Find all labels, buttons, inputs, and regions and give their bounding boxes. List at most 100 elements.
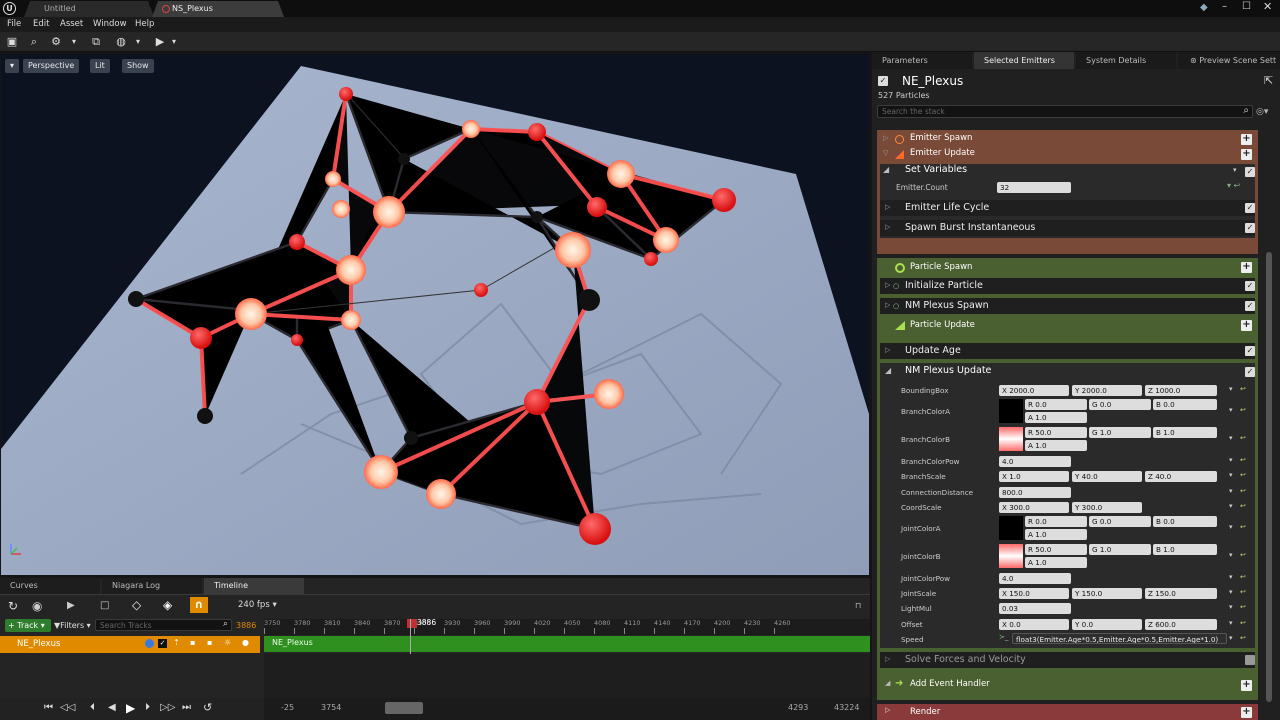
thumbnail-icon[interactable]: ⧉ — [88, 34, 104, 50]
loop-icon[interactable]: ↺ — [203, 701, 212, 714]
param-options-icon[interactable]: ▾ — [1229, 619, 1233, 627]
param-options-icon[interactable]: ▾ — [1229, 471, 1233, 479]
coord-scale-x[interactable]: X 300.0 — [999, 502, 1069, 513]
set-variables-checkbox[interactable]: ✓ — [1245, 167, 1255, 177]
light-mul-field[interactable]: 0.03 — [999, 603, 1071, 614]
viewport-options-button[interactable]: ▾ — [5, 59, 19, 73]
isolate-icon[interactable]: ⇡ — [173, 638, 180, 647]
prev-key-icon[interactable]: ◁◁ — [60, 702, 75, 713]
current-frame-field[interactable]: 3886 — [236, 621, 256, 630]
search-tracks-input[interactable]: Search Tracks ⌕ — [95, 619, 232, 631]
tab-untitled[interactable]: Untitled — [24, 1, 154, 17]
sun-icon[interactable]: ☼ — [224, 638, 231, 647]
playback-icon[interactable]: ▶ — [67, 600, 75, 611]
branch-scale-y[interactable]: Y 40.0 — [1072, 471, 1142, 482]
offset-y[interactable]: Y 0.0 — [1072, 619, 1142, 630]
selection-icon[interactable]: □ — [100, 600, 109, 611]
speed-expression-field[interactable]: float3(Emitter.Age*0.5,Emitter.Age*0.5,E… — [1012, 633, 1227, 644]
param-options-icon[interactable]: ▾ — [1229, 573, 1233, 581]
range-start[interactable]: -25 — [281, 703, 294, 712]
param-reset-icon[interactable]: ↩ — [1240, 619, 1246, 627]
panel-scrollbar[interactable] — [1266, 252, 1272, 702]
joint-color-pow-field[interactable]: 4.0 — [999, 573, 1071, 584]
bounding-box-z[interactable]: Z 1000.0 — [1145, 385, 1217, 396]
param-options-icon[interactable]: ▾ — [1229, 551, 1233, 559]
plexus-spawn-checkbox[interactable]: ✓ — [1245, 301, 1255, 311]
next-key-icon[interactable]: ▷▷ — [160, 702, 175, 713]
bounding-box-x[interactable]: X 2000.0 — [999, 385, 1069, 396]
param-options-icon[interactable]: ▾ — [1229, 406, 1233, 414]
mute-icon[interactable]: ▪ — [207, 638, 212, 647]
param-reset-icon[interactable]: ↩ — [1240, 502, 1246, 510]
view-start[interactable]: 3754 — [321, 703, 341, 712]
emitter-update-header[interactable]: Emitter Update — [910, 148, 975, 158]
range-scrollbar[interactable] — [385, 702, 423, 714]
maximize-button[interactable]: ☐ — [1242, 1, 1251, 12]
reverse-icon[interactable]: ◀ — [108, 702, 116, 713]
tab-curves[interactable]: Curves — [0, 578, 100, 594]
emitter-enable-checkbox[interactable]: ✓ — [878, 76, 888, 86]
tab-ns-plexus[interactable]: NS_Plexus — [152, 1, 284, 17]
joint-color-a-g[interactable]: G 0.0 — [1089, 516, 1151, 527]
plexus-update-checkbox[interactable]: ✓ — [1245, 367, 1255, 377]
param-reset-icon[interactable]: ↩ — [1240, 406, 1246, 414]
playhead-marker[interactable] — [407, 619, 417, 628]
branch-color-a-r[interactable]: R 0.0 — [1025, 399, 1087, 410]
joint-scale-x[interactable]: X 150.0 — [999, 588, 1069, 599]
tab-parameters[interactable]: Parameters — [872, 52, 972, 69]
add-event-handler-button[interactable]: + — [1241, 680, 1252, 691]
joint-color-b-r[interactable]: R 50.0 — [1025, 544, 1087, 555]
add-render-button[interactable]: + — [1241, 707, 1252, 718]
joint-scale-y[interactable]: Y 150.0 — [1072, 588, 1142, 599]
param-reset-icon[interactable]: ↩ — [1240, 634, 1246, 642]
param-options-icon[interactable]: ▾ — [1229, 456, 1233, 464]
branch-scale-z[interactable]: Z 40.0 — [1145, 471, 1217, 482]
close-button[interactable]: ✕ — [1263, 0, 1272, 13]
branch-color-a-swatch[interactable] — [999, 399, 1023, 423]
solve-forces-checkbox[interactable] — [1245, 655, 1255, 665]
stack-search-input[interactable]: Search the stack ⌕ — [877, 105, 1253, 118]
play-button-icon[interactable]: ▶ — [126, 701, 135, 715]
menu-asset[interactable]: Asset — [60, 19, 83, 29]
branch-color-b-a[interactable]: A 1.0 — [1025, 440, 1087, 451]
tab-timeline[interactable]: Timeline — [204, 578, 304, 594]
settings-icon[interactable]: ⚙ — [48, 34, 64, 50]
menu-help[interactable]: Help — [135, 19, 154, 29]
particle-spawn-header[interactable]: Particle Spawn — [910, 262, 972, 272]
browse-icon[interactable]: ⌕ — [26, 34, 42, 50]
param-options-icon[interactable]: ▾ — [1229, 588, 1233, 596]
joint-color-b-a[interactable]: A 1.0 — [1025, 557, 1087, 568]
view-end[interactable]: 4293 — [788, 703, 808, 712]
branch-color-b-r[interactable]: R 50.0 — [1025, 427, 1087, 438]
to-start-icon[interactable]: ⏮ — [44, 702, 53, 713]
param-reset-icon[interactable]: ↩ — [1240, 385, 1246, 393]
filters-button[interactable]: ▼Filters ▾ — [54, 619, 92, 632]
tab-system-details[interactable]: System Details — [1076, 52, 1176, 69]
add-particle-spawn-button[interactable]: + — [1241, 262, 1252, 273]
add-event-handler-header[interactable]: Add Event Handler — [910, 679, 990, 689]
bulb-icon[interactable]: ● — [242, 638, 249, 647]
notification-icon[interactable]: ◆ — [1200, 2, 1208, 13]
add-emitter-spawn-button[interactable]: + — [1241, 134, 1252, 145]
branch-scale-x[interactable]: X 1.0 — [999, 471, 1069, 482]
tab-preview-scene-settings[interactable]: ⊛ Preview Scene Sett — [1178, 52, 1280, 69]
render-group[interactable]: ▷ Render + — [877, 704, 1258, 720]
open-emitter-icon[interactable]: ⇱ — [1264, 74, 1273, 87]
menu-edit[interactable]: Edit — [33, 19, 49, 29]
joint-color-a-a[interactable]: A 1.0 — [1025, 529, 1087, 540]
param-reset-icon[interactable]: ↩ — [1240, 588, 1246, 596]
offset-z[interactable]: Z 600.0 — [1145, 619, 1217, 630]
save-icon[interactable]: ▣ — [4, 34, 20, 50]
spawn-burst-checkbox[interactable]: ✓ — [1245, 223, 1255, 233]
bounds-dropdown-icon[interactable]: ▾ — [130, 34, 146, 50]
joint-color-a-r[interactable]: R 0.0 — [1025, 516, 1087, 527]
emitter-bar[interactable]: NE_Plexus — [264, 636, 870, 652]
param-options-icon[interactable]: ▾ — [1229, 634, 1233, 642]
emitter-spawn-header[interactable]: Emitter Spawn — [910, 133, 972, 143]
add-particle-update-button[interactable]: + — [1241, 320, 1252, 331]
param-reset-icon[interactable]: ↩ — [1240, 573, 1246, 581]
param-reset-icon[interactable]: ↩ — [1240, 456, 1246, 464]
branch-color-a-b[interactable]: B 0.0 — [1153, 399, 1217, 410]
track-row[interactable]: NE_Plexus ✓ ⇡ ▪ ▪ ☼ ● — [0, 636, 260, 653]
coord-scale-y[interactable]: Y 300.0 — [1072, 502, 1142, 513]
